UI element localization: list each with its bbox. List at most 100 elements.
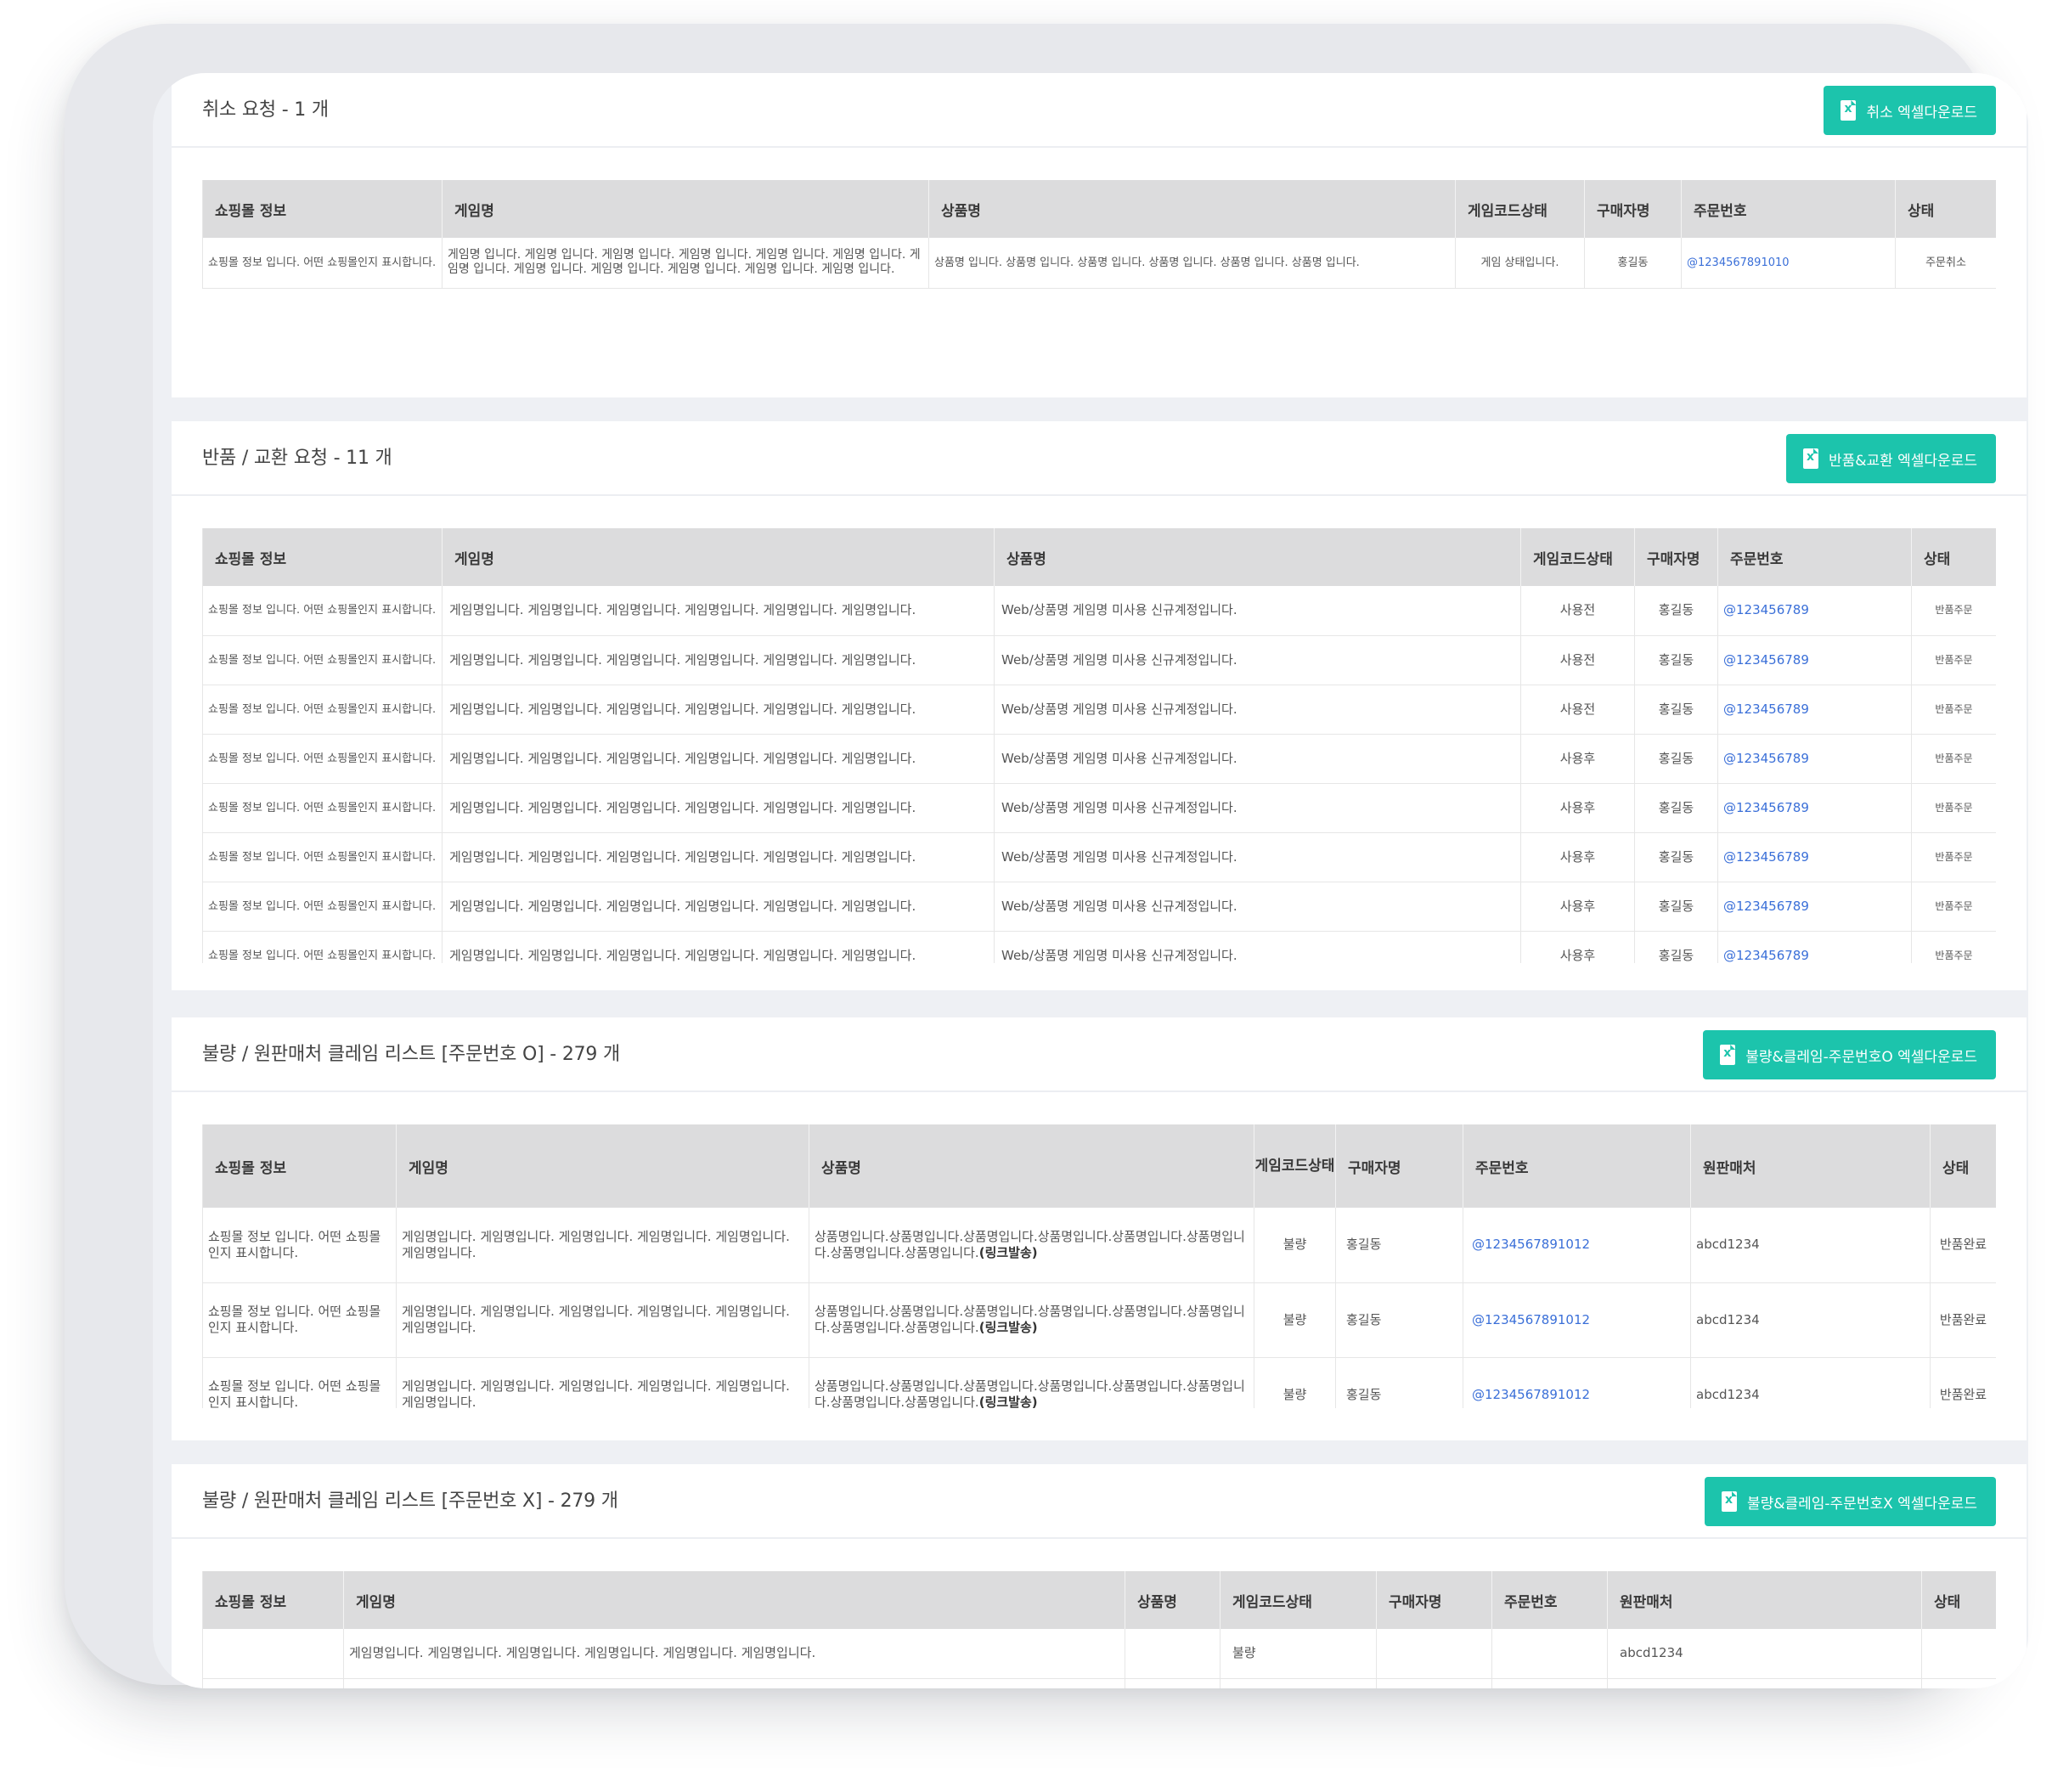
return-exchange-card: 반품 / 교환 요청 - 11 개 반품&교환 엑셀다운로드 쇼핑몰 정보 게임…	[172, 421, 2027, 990]
col-header: 게임명	[442, 180, 929, 238]
screen: 취소 요청 - 1 개 취소 엑셀다운로드 쇼핑몰 정보 게임명 상품명 게임코…	[153, 73, 2028, 1688]
order-number-link[interactable]: @1234567891012	[1463, 1208, 1691, 1283]
buyer-cell: 홍길동	[1634, 586, 1718, 636]
order-number-link[interactable]: @123456789	[1717, 832, 1912, 882]
code-status-cell: 사용후	[1520, 783, 1635, 833]
table-wrapper: 쇼핑몰 정보 게임명 상품명 게임코드상태 구매자명 주문번호 원판매처 상태 …	[202, 1571, 1996, 1688]
product-name-cell: 상품명입니다.상품명입니다.상품명입니다.상품명입니다.상품명입니다.상품명입니…	[809, 1208, 1254, 1283]
col-header: 상태	[1911, 528, 1996, 586]
mall-info-cell: 쇼핑몰 정보 입니다. 어떤 쇼핑몰인지 표시합니다.	[202, 931, 443, 963]
col-header: 주문번호	[1463, 1124, 1691, 1208]
mall-info-cell: 쇼핑몰 정보 입니다. 어떤 쇼핑몰인지 표시합니다.	[202, 832, 443, 882]
order-number-link[interactable]: @123456789	[1717, 734, 1912, 784]
cancel-table: 쇼핑몰 정보 게임명 상품명 게임코드상태 구매자명 주문번호 상태 쇼핑몰 정…	[202, 180, 1996, 289]
col-header: 상태	[1921, 1571, 1996, 1629]
buyer-cell: 홍길동	[1584, 238, 1682, 289]
status-cell: 반품주문	[1911, 635, 1996, 685]
col-header: 상태	[1895, 180, 1996, 238]
status-cell: 반품완료	[1930, 1208, 1996, 1283]
order-number-link[interactable]: @123456789	[1717, 783, 1912, 833]
status-cell: 반품완료	[1930, 1282, 1996, 1358]
game-name-cell: 게임명입니다. 게임명입니다. 게임명입니다. 게임명입니다. 게임명입니다. …	[442, 734, 995, 784]
code-status-cell: 불량	[1254, 1208, 1336, 1283]
button-label: 불량&클레임-주문번호O 엑셀다운로드	[1745, 1048, 1977, 1066]
table-row: 쇼핑몰 정보 입니다. 어떤 쇼핑몰인지 표시합니다. 게임명입니다. 게임명입니…	[202, 734, 1996, 784]
col-header: 게임코드상태	[1254, 1124, 1336, 1208]
claim-list-order-x-card: 불량 / 원판매처 클레임 리스트 [주문번호 X] - 279 개 불량&클레…	[172, 1464, 2027, 1688]
order-number-link[interactable]: @123456789	[1717, 931, 1912, 963]
order-number-link[interactable]: @123456789	[1717, 586, 1912, 636]
status-cell: 반품주문	[1911, 832, 1996, 882]
cancel-excel-download-button[interactable]: 취소 엑셀다운로드	[1824, 86, 1996, 135]
col-header: 구매자명	[1376, 1571, 1492, 1629]
game-name-cell: 게임명입니다. 게임명입니다. 게임명입니다. 게임명입니다. 게임명입니다. …	[442, 635, 995, 685]
code-status-cell: 불량	[1220, 1629, 1377, 1679]
mall-info-cell: 쇼핑몰 정보 입니다. 어떤 쇼핑몰인지 표시합니다.	[202, 882, 443, 932]
game-name-cell: 게임명입니다. 게임명입니다. 게임명입니다. 게임명입니다. 게임명입니다. …	[396, 1208, 809, 1283]
order-number-link[interactable]: @123456789	[1717, 635, 1912, 685]
table-row: 쇼핑몰 정보 입니다. 어떤 쇼핑몰인지 표시합니다. 게임명입니다. 게임명입니…	[202, 1208, 1996, 1283]
link-sent-label: (링크발송)	[978, 1320, 1038, 1335]
original-seller-cell: abcd1234	[1690, 1357, 1931, 1408]
col-header: 구매자명	[1634, 528, 1718, 586]
claim-order-o-table: 쇼핑몰 정보 게임명 상품명 게임코드상태 구매자명 주문번호 원판매처 상태 …	[202, 1124, 1996, 1408]
table-row: 쇼핑몰 정보 입니다. 어떤 쇼핑몰인지 표시합니다. 게임명 입니다. 게임명…	[202, 238, 1996, 289]
table-row: 쇼핑몰 정보 입니다. 어떤 쇼핑몰인지 표시합니다. 게임명입니다. 게임명입니…	[202, 1282, 1996, 1358]
col-header: 쇼핑몰 정보	[202, 1124, 397, 1208]
order-number-link[interactable]: @1234567891012	[1463, 1282, 1691, 1358]
order-number-link[interactable]: @123456789	[1717, 685, 1912, 735]
order-number-link[interactable]: @1234567891012	[1463, 1357, 1691, 1408]
order-number-link[interactable]: @123456789	[1717, 882, 1912, 932]
table-row: 쇼핑몰 정보 입니다. 어떤 쇼핑몰인지 표시합니다. 게임명입니다. 게임명입니…	[202, 635, 1996, 685]
code-status-cell: 사용후	[1520, 734, 1635, 784]
product-name-cell: Web/상품명 게임명 미사용 신규계정입니다.	[994, 783, 1521, 833]
return-exchange-excel-download-button[interactable]: 반품&교환 엑셀다운로드	[1785, 434, 1996, 483]
game-name-cell: 게임명입니다. 게임명입니다. 게임명입니다. 게임명입니다. 게임명입니다. …	[442, 586, 995, 636]
code-status-cell: 사용전	[1520, 685, 1635, 735]
device-frame: 취소 요청 - 1 개 취소 엑셀다운로드 쇼핑몰 정보 게임명 상품명 게임코…	[65, 24, 2028, 1688]
button-label: 불량&클레임-주문번호X 엑셀다운로드	[1746, 1495, 1977, 1513]
code-status-cell: 사용전	[1520, 586, 1635, 636]
col-header: 원판매처	[1607, 1571, 1922, 1629]
mall-info-cell	[202, 1629, 344, 1679]
order-number-link[interactable]: @1234567891010	[1681, 238, 1896, 289]
game-name-cell: 게임명입니다. 게임명입니다. 게임명입니다. 게임명입니다. 게임명입니다. …	[343, 1629, 1125, 1679]
link-sent-label: (링크발송)	[978, 1395, 1038, 1408]
col-header: 쇼핑몰 정보	[202, 1571, 344, 1629]
status-cell: 반품주문	[1911, 882, 1996, 932]
product-name-cell: Web/상품명 게임명 미사용 신규계정입니다.	[994, 734, 1521, 784]
product-name-cell: Web/상품명 게임명 미사용 신규계정입니다.	[994, 586, 1521, 636]
card-header: 반품 / 교환 요청 - 11 개 반품&교환 엑셀다운로드	[172, 421, 2027, 496]
col-header: 게임명	[442, 528, 995, 586]
table-row	[202, 1678, 1996, 1688]
section-title: 불량 / 원판매처 클레임 리스트 [주문번호 O] - 279 개	[202, 1044, 621, 1065]
col-header: 게임코드상태	[1455, 180, 1585, 238]
status-cell	[1921, 1629, 1996, 1679]
mall-info-cell: 쇼핑몰 정보 입니다. 어떤 쇼핑몰인지 표시합니다.	[202, 635, 443, 685]
col-header: 게임명	[343, 1571, 1125, 1629]
game-name-cell: 게임명입니다. 게임명입니다. 게임명입니다. 게임명입니다. 게임명입니다. …	[442, 783, 995, 833]
buyer-cell: 홍길동	[1335, 1357, 1463, 1408]
col-header: 쇼핑몰 정보	[202, 180, 443, 238]
product-name-cell: Web/상품명 게임명 미사용 신규계정입니다.	[994, 832, 1521, 882]
table-row: 쇼핑몰 정보 입니다. 어떤 쇼핑몰인지 표시합니다. 게임명입니다. 게임명입니…	[202, 931, 1996, 963]
original-seller-cell: abcd1234	[1607, 1629, 1922, 1679]
col-header: 상태	[1930, 1124, 1996, 1208]
product-name-cell: 상품명입니다.상품명입니다.상품명입니다.상품명입니다.상품명입니다.상품명입니…	[809, 1282, 1254, 1358]
claim-order-o-excel-download-button[interactable]: 불량&클레임-주문번호O 엑셀다운로드	[1703, 1030, 1996, 1079]
product-name-cell: Web/상품명 게임명 미사용 신규계정입니다.	[994, 931, 1521, 963]
section-title: 취소 요청 - 1 개	[202, 99, 329, 121]
product-name-cell: 상품명입니다.상품명입니다.상품명입니다.상품명입니다.상품명입니다.상품명입니…	[809, 1357, 1254, 1408]
link-sent-label: (링크발송)	[978, 1244, 1038, 1260]
col-header: 주문번호	[1717, 528, 1912, 586]
product-name-cell: Web/상품명 게임명 미사용 신규계정입니다.	[994, 882, 1521, 932]
mall-info-cell: 쇼핑몰 정보 입니다. 어떤 쇼핑몰인지 표시합니다.	[202, 783, 443, 833]
mall-info-cell: 쇼핑몰 정보 입니다. 어떤 쇼핑몰인지 표시합니다.	[202, 1208, 397, 1283]
buyer-cell: 홍길동	[1335, 1208, 1463, 1283]
table-row: 쇼핑몰 정보 입니다. 어떤 쇼핑몰인지 표시합니다. 게임명입니다. 게임명입니…	[202, 832, 1996, 882]
cancel-request-card: 취소 요청 - 1 개 취소 엑셀다운로드 쇼핑몰 정보 게임명 상품명 게임코…	[172, 73, 2027, 397]
order-number-cell	[1491, 1629, 1608, 1679]
claim-order-x-excel-download-button[interactable]: 불량&클레임-주문번호X 엑셀다운로드	[1704, 1477, 1996, 1526]
col-header: 게임코드상태	[1520, 528, 1635, 586]
col-header: 원판매처	[1690, 1124, 1931, 1208]
